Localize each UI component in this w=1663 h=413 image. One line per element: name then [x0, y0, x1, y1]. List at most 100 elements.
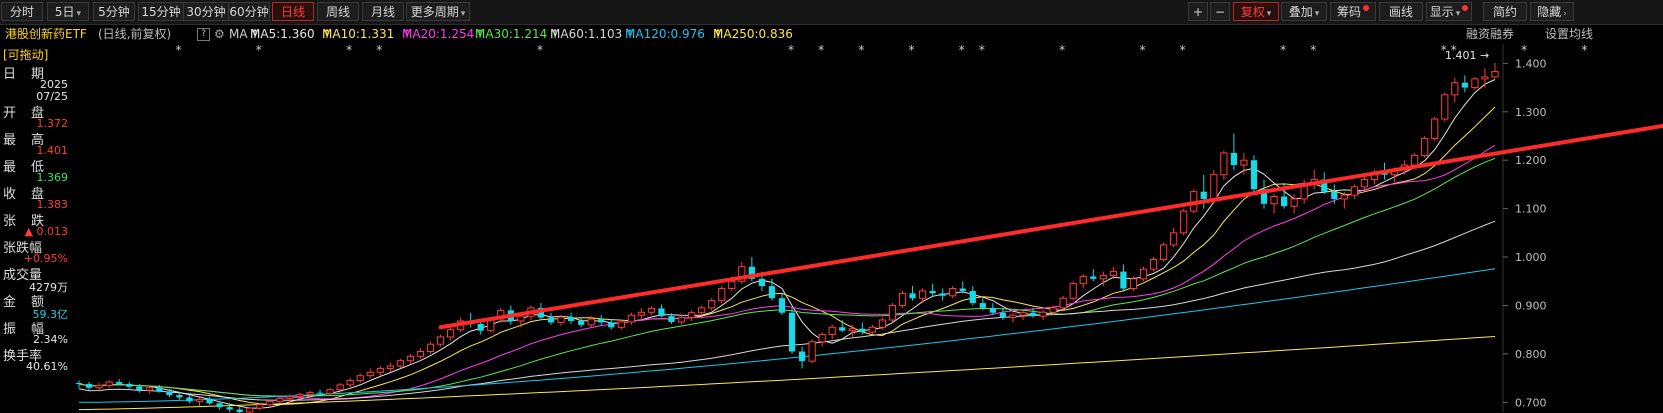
- candle-body: [1240, 159, 1248, 166]
- kline-chart[interactable]: *************************** 1.4001.3001.…: [0, 0, 1663, 413]
- candle: [195, 397, 204, 407]
- candle-body: [1019, 312, 1027, 316]
- event-star-icon: *: [175, 43, 181, 57]
- candle-body: [316, 392, 324, 394]
- candle: [436, 334, 445, 347]
- draggable-label[interactable]: [可拖动]: [0, 46, 71, 63]
- event-star-icon: *: [818, 43, 824, 57]
- candle: [818, 332, 826, 347]
- candle-body: [406, 355, 415, 362]
- event-star-icon: *: [1059, 43, 1065, 57]
- candle-body: [668, 316, 675, 322]
- candle: [658, 304, 665, 318]
- candle-body: [1029, 312, 1037, 317]
- candle-body: [336, 384, 344, 391]
- candle-body: [637, 311, 646, 316]
- candle-body: [1180, 210, 1188, 234]
- candle: [426, 341, 435, 354]
- candle-body: [598, 319, 605, 323]
- candle-body: [578, 320, 585, 325]
- candle-body: [627, 314, 635, 323]
- candle-body: [75, 382, 83, 384]
- candle-body: [557, 316, 565, 323]
- candle-body: [909, 293, 916, 299]
- candle-body: [1481, 76, 1489, 80]
- candle-body: [959, 288, 966, 291]
- candle-body: [859, 328, 866, 333]
- candle-body: [1200, 191, 1207, 199]
- candle: [1310, 169, 1318, 190]
- candle-body: [326, 389, 334, 395]
- candle-body: [236, 409, 243, 412]
- candle-body: [1290, 198, 1298, 207]
- candle: [798, 346, 806, 369]
- event-marks: ***************************: [175, 43, 1587, 57]
- event-star-icon: *: [346, 43, 352, 57]
- candle: [557, 315, 565, 326]
- candle-body: [1250, 160, 1258, 190]
- candle: [1471, 76, 1479, 90]
- candle: [406, 353, 415, 364]
- candle: [1350, 184, 1359, 199]
- candle: [608, 319, 615, 330]
- candle-body: [687, 312, 696, 319]
- candle: [1451, 77, 1459, 103]
- candle-body: [477, 323, 484, 331]
- candle-body: [1170, 232, 1178, 246]
- event-star-icon: *: [376, 43, 382, 57]
- candle-body: [1331, 191, 1338, 199]
- candle: [839, 320, 846, 333]
- event-star-icon: *: [979, 43, 985, 57]
- candle-body: [778, 298, 786, 313]
- candle: [246, 407, 254, 413]
- candle-body: [286, 396, 294, 399]
- candle: [959, 281, 966, 294]
- candle: [126, 381, 133, 389]
- candle: [386, 362, 394, 373]
- candle: [1120, 264, 1127, 291]
- candle-body: [186, 397, 193, 402]
- candle: [687, 310, 696, 321]
- candle: [236, 407, 243, 413]
- candle-body: [136, 386, 143, 391]
- candle-body: [1411, 154, 1419, 166]
- candle: [266, 399, 274, 408]
- candle-body: [608, 322, 615, 328]
- candle: [256, 403, 264, 411]
- candle: [1230, 133, 1237, 170]
- candle: [929, 283, 936, 296]
- candle-body: [698, 307, 706, 314]
- candle-body: [708, 300, 716, 309]
- candle-body: [718, 288, 726, 302]
- candle-body: [1120, 271, 1127, 289]
- candle-body: [1340, 194, 1348, 200]
- candle: [1260, 179, 1268, 209]
- candle: [999, 307, 1007, 320]
- info-panel: [可拖动] 日 期 2025 07/25 开 盘 1.372 最 高 1.401…: [0, 44, 70, 413]
- event-star-icon: *: [959, 43, 965, 57]
- candle-body: [156, 387, 163, 392]
- candle: [105, 380, 113, 388]
- ma-lines: [78, 79, 1496, 411]
- candle-body: [216, 403, 223, 408]
- y-axis: 1.400 1.300 1.200 1.100 1.000 0.900 0.800 0.700: [1515, 57, 1547, 409]
- y-tick-label: 0.700: [1515, 396, 1547, 409]
- candle-body: [758, 278, 766, 287]
- candle: [1139, 266, 1148, 282]
- candle: [617, 320, 625, 330]
- ma-line-5: [78, 79, 1496, 409]
- candle-body: [1079, 275, 1087, 285]
- candle: [637, 307, 646, 320]
- candle-body: [1360, 179, 1369, 188]
- candle-body: [979, 303, 986, 308]
- candle: [1170, 228, 1178, 248]
- candle-body: [828, 326, 836, 336]
- candle: [1090, 269, 1097, 282]
- event-star-icon: *: [858, 43, 864, 57]
- candle-body: [517, 315, 525, 322]
- candle: [888, 303, 897, 323]
- trendline: [438, 123, 1663, 330]
- candle: [567, 312, 575, 324]
- candle: [578, 317, 585, 328]
- candle: [698, 305, 706, 316]
